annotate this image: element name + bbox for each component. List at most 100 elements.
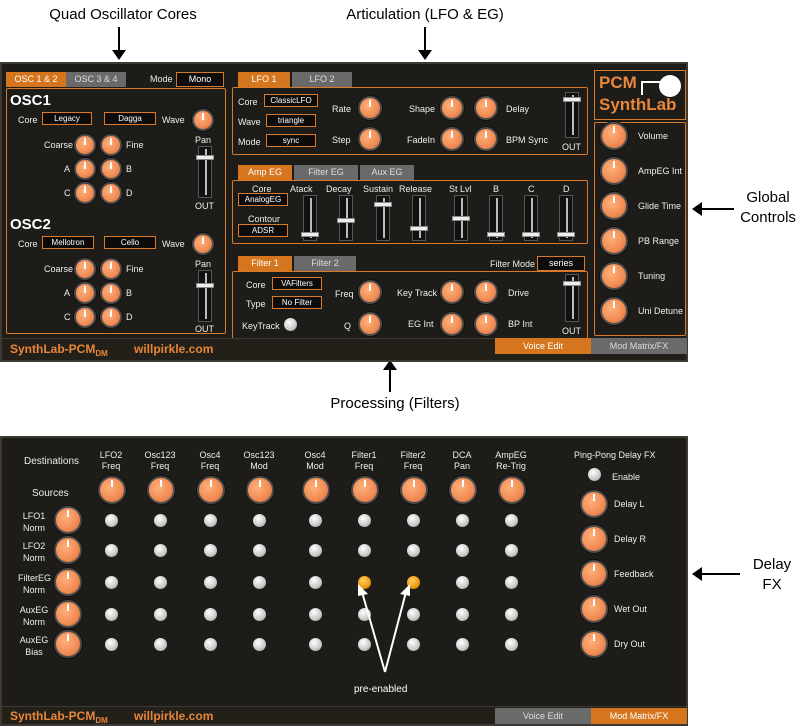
osc2-a-knob[interactable] <box>74 282 96 304</box>
osc2-wave-knob[interactable] <box>192 233 214 255</box>
matrix-cell-0-8[interactable] <box>505 514 518 527</box>
matrix-cell-2-7[interactable] <box>456 576 469 589</box>
matrix-cell-1-7[interactable] <box>456 544 469 557</box>
lfo-step-knob[interactable] <box>358 127 382 151</box>
source-knob-2[interactable] <box>54 568 82 596</box>
matrix-cell-1-0[interactable] <box>105 544 118 557</box>
footer-site-link[interactable]: willpirkle.com <box>134 342 213 356</box>
filter-out-slider[interactable] <box>563 274 581 322</box>
tab-filter-1[interactable]: Filter 1 <box>238 256 292 271</box>
filter-q-knob[interactable] <box>358 312 382 336</box>
matrix-cell-4-2[interactable] <box>204 638 217 651</box>
filter-keytrack-toggle[interactable] <box>284 318 297 331</box>
lfo-rate-knob[interactable] <box>358 96 382 120</box>
matrix-cell-2-2[interactable] <box>204 576 217 589</box>
delay-enable-toggle[interactable] <box>588 468 601 481</box>
matrix-cell-4-7[interactable] <box>456 638 469 651</box>
filter-bp-int-knob[interactable] <box>474 312 498 336</box>
matrix-cell-3-4[interactable] <box>309 608 322 621</box>
matrix-cell-0-3[interactable] <box>253 514 266 527</box>
dest-knob-3[interactable] <box>246 476 274 504</box>
glide-time-knob[interactable] <box>600 192 628 220</box>
osc2-b-knob[interactable] <box>100 282 122 304</box>
matrix-cell-2-4[interactable] <box>309 576 322 589</box>
lfo-shape-knob[interactable] <box>440 96 464 120</box>
mod-matrix-tab[interactable]: Mod Matrix/FX <box>591 338 687 354</box>
source-knob-0[interactable] <box>54 506 82 534</box>
delay-knob-3[interactable] <box>580 595 608 623</box>
matrix-cell-0-4[interactable] <box>309 514 322 527</box>
tab-aux-eg[interactable]: Aux EG <box>360 165 414 180</box>
lfo-bpm-sync-knob[interactable] <box>474 127 498 151</box>
eg-b-slider[interactable] <box>487 195 505 241</box>
eg-decay-slider[interactable] <box>337 195 355 241</box>
matrix-cell-0-5[interactable] <box>358 514 371 527</box>
matrix-cell-1-2[interactable] <box>204 544 217 557</box>
source-knob-4[interactable] <box>54 630 82 658</box>
matrix-cell-3-7[interactable] <box>456 608 469 621</box>
osc2-out-slider[interactable] <box>196 270 214 322</box>
matrix-cell-0-0[interactable] <box>105 514 118 527</box>
dest-knob-6[interactable] <box>400 476 428 504</box>
dest-knob-8[interactable] <box>498 476 526 504</box>
eg-contour-select[interactable]: ADSR <box>238 224 288 237</box>
osc1-fine-knob[interactable] <box>100 134 122 156</box>
osc2-c-knob[interactable] <box>74 306 96 328</box>
matrix-cell-4-1[interactable] <box>154 638 167 651</box>
lfo-wave-select[interactable]: triangle <box>266 114 316 127</box>
matrix-cell-0-7[interactable] <box>456 514 469 527</box>
matrix-cell-3-0[interactable] <box>105 608 118 621</box>
delay-knob-1[interactable] <box>580 525 608 553</box>
lfo-fadein-knob[interactable] <box>440 127 464 151</box>
tab-filter-eg[interactable]: Filter EG <box>294 165 358 180</box>
dest-knob-2[interactable] <box>197 476 225 504</box>
lfo-out-slider[interactable] <box>563 92 581 138</box>
tab-lfo-2[interactable]: LFO 2 <box>292 72 352 87</box>
mod-matrix-tab-2[interactable]: Mod Matrix/FX <box>591 708 687 724</box>
volume-knob[interactable] <box>600 122 628 150</box>
matrix-cell-0-6[interactable] <box>407 514 420 527</box>
lfo-delay-knob[interactable] <box>474 96 498 120</box>
osc2-coarse-knob[interactable] <box>74 258 96 280</box>
matrix-cell-1-3[interactable] <box>253 544 266 557</box>
tab-filter-2[interactable]: Filter 2 <box>294 256 356 271</box>
uni-detune-knob[interactable] <box>600 297 628 325</box>
voice-edit-tab[interactable]: Voice Edit <box>495 338 591 354</box>
delay-knob-2[interactable] <box>580 560 608 588</box>
filter-drive-knob[interactable] <box>474 280 498 304</box>
matrix-cell-4-3[interactable] <box>253 638 266 651</box>
matrix-cell-1-8[interactable] <box>505 544 518 557</box>
filter-eg-int-knob[interactable] <box>440 312 464 336</box>
matrix-cell-1-1[interactable] <box>154 544 167 557</box>
matrix-cell-3-1[interactable] <box>154 608 167 621</box>
filter-mode-select[interactable]: series <box>537 256 585 271</box>
delay-knob-4[interactable] <box>580 630 608 658</box>
matrix-cell-1-6[interactable] <box>407 544 420 557</box>
matrix-cell-3-8[interactable] <box>505 608 518 621</box>
osc1-b-knob[interactable] <box>100 158 122 180</box>
osc2-fine-knob[interactable] <box>100 258 122 280</box>
matrix-cell-0-1[interactable] <box>154 514 167 527</box>
voice-edit-tab-2[interactable]: Voice Edit <box>495 708 591 724</box>
delay-knob-0[interactable] <box>580 490 608 518</box>
matrix-cell-4-8[interactable] <box>505 638 518 651</box>
osc1-out-slider[interactable] <box>196 146 214 198</box>
source-knob-1[interactable] <box>54 536 82 564</box>
osc2-d-knob[interactable] <box>100 306 122 328</box>
source-knob-3[interactable] <box>54 600 82 628</box>
lfo-mode-select[interactable]: sync <box>266 134 316 147</box>
matrix-cell-3-2[interactable] <box>204 608 217 621</box>
dest-knob-1[interactable] <box>147 476 175 504</box>
dest-knob-7[interactable] <box>449 476 477 504</box>
matrix-cell-2-1[interactable] <box>154 576 167 589</box>
matrix-cell-4-0[interactable] <box>105 638 118 651</box>
eg-d-slider[interactable] <box>557 195 575 241</box>
osc1-wave-knob[interactable] <box>192 109 214 131</box>
dest-knob-4[interactable] <box>302 476 330 504</box>
matrix-cell-2-8[interactable] <box>505 576 518 589</box>
eg-st-lvl-slider[interactable] <box>452 195 470 241</box>
tab-amp-eg[interactable]: Amp EG <box>238 165 292 180</box>
dest-knob-5[interactable] <box>351 476 379 504</box>
tuning-knob[interactable] <box>600 262 628 290</box>
matrix-cell-1-5[interactable] <box>358 544 371 557</box>
